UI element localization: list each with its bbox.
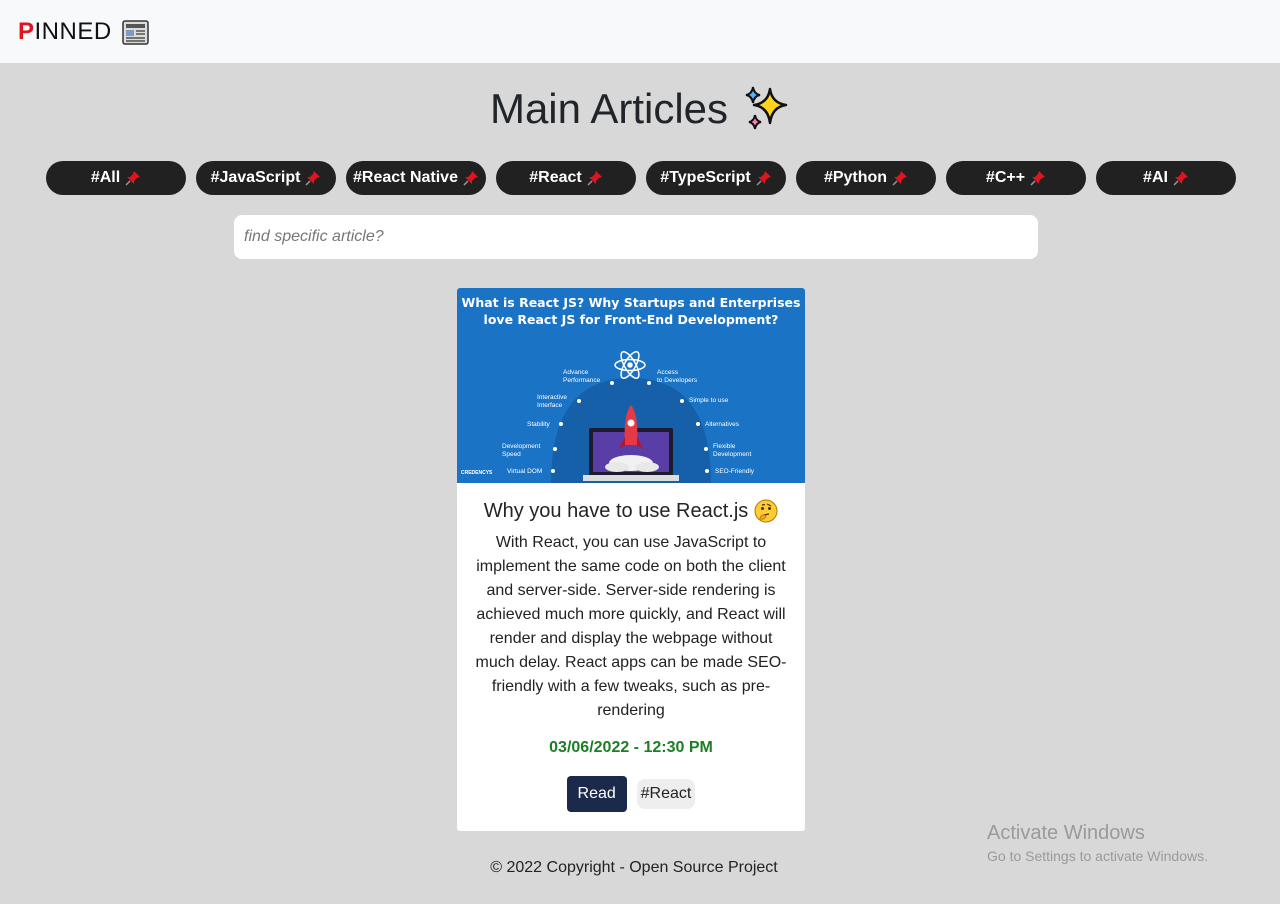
article-title: Why you have to use React.js [473, 499, 789, 523]
feature-label: Stability [527, 421, 550, 428]
windows-activation-watermark: Activate Windows Go to Settings to activ… [987, 822, 1208, 864]
tag-label: #React [529, 169, 582, 186]
page-title-text: Main Articles [489, 85, 729, 132]
tag-label: #AI [1143, 169, 1168, 186]
image-title-line-1: What is React JS? Why Startups and Enter… [461, 295, 801, 310]
copyright-text: © 2022 Copyright - Open Source Project [490, 859, 778, 876]
credencys-logo: CREDENCYS [461, 470, 493, 476]
tag-react-native[interactable]: #React Native [346, 161, 486, 195]
feature-label: Flexible Development [713, 443, 752, 458]
article-description: With React, you can use JavaScript to im… [475, 534, 787, 719]
feature-label: Alternatives [705, 421, 739, 428]
read-button[interactable]: Read [566, 776, 627, 812]
tag-react[interactable]: #React [496, 161, 636, 195]
pushpin-icon [305, 170, 321, 186]
tag-filter-bar: #All #JavaScript #React Native #React #T… [0, 161, 1280, 195]
search-bar [234, 215, 1038, 259]
tag-label: #All [90, 169, 121, 186]
image-title: What is React JS? Why Startups and Enter… [457, 288, 805, 328]
feature-label: Advance Performance [563, 369, 601, 384]
tag-cpp[interactable]: #C++ [946, 161, 1086, 195]
pushpin-icon [892, 170, 908, 186]
tag-ai[interactable]: #AI [1096, 161, 1236, 195]
feature-label: Development Speed [502, 443, 541, 458]
tag-label: #JavaScript [210, 169, 301, 186]
pushpin-icon [125, 170, 141, 186]
sparkles-icon [742, 85, 790, 133]
article-image: What is React JS? Why Startups and Enter… [457, 288, 805, 483]
brand-rest: INNED [34, 17, 112, 45]
pushpin-icon [587, 170, 603, 186]
article-card: What is React JS? Why Startups and Enter… [457, 288, 805, 831]
search-input[interactable] [234, 215, 1038, 259]
tag-label: #Python [823, 169, 888, 186]
tag-python[interactable]: #Python [796, 161, 936, 195]
article-title-text: Why you have to use React.js [483, 499, 749, 522]
brand-first-letter: P [18, 17, 35, 45]
card-body: Why you have to use React.js With React,… [457, 483, 805, 812]
watermark-line-2: Go to Settings to activate Windows. [987, 848, 1208, 864]
feature-label: SEO-Friendly [715, 468, 755, 475]
feature-label: Virtual DOM [507, 468, 543, 475]
pushpin-icon [463, 170, 479, 186]
feature-label: Simple to use [689, 397, 729, 404]
tag-javascript[interactable]: #JavaScript [196, 161, 336, 195]
article-tag-badge[interactable]: #React [636, 779, 696, 809]
thinking-face-icon [754, 499, 778, 523]
brand-logo[interactable]: P INNED [18, 18, 150, 46]
feature-label: Access to Developers [657, 369, 698, 384]
pushpin-icon [1030, 170, 1046, 186]
newspaper-icon [121, 18, 150, 46]
tag-label: #React Native [353, 169, 458, 186]
article-date: 03/06/2022 - 12:30 PM [549, 739, 713, 756]
pushpin-icon [1173, 170, 1189, 186]
navbar: P INNED [0, 0, 1280, 63]
react-rocket-illustration [551, 350, 711, 483]
tag-label: #TypeScript [660, 169, 751, 186]
tag-all[interactable]: #All [46, 161, 186, 195]
watermark-line-1: Activate Windows [987, 822, 1145, 844]
card-actions: Read #React [473, 776, 789, 812]
tag-label: #C++ [985, 169, 1026, 186]
feature-label: Interactive Interface [537, 394, 567, 409]
page-title: Main Articles [0, 85, 1280, 133]
tag-typescript[interactable]: #TypeScript [646, 161, 786, 195]
pushpin-icon [756, 170, 772, 186]
